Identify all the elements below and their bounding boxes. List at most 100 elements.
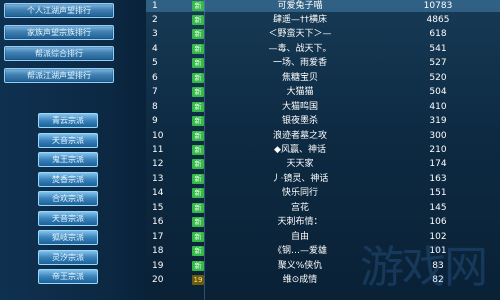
rank: 10 [152, 131, 164, 141]
score: 151 [429, 188, 447, 198]
score: 106 [429, 217, 447, 227]
player-name: —毒、战天下。 [268, 44, 332, 54]
player-name: 丿·镜灵、神话 [271, 174, 329, 184]
category-button-5[interactable]: 合欢宗派 [38, 191, 98, 206]
new-badge: 新 [192, 174, 204, 184]
new-badge: 新 [192, 87, 204, 97]
table-row[interactable]: 4 新 —毒、战天下。 541 [146, 43, 500, 55]
score: 210 [429, 145, 447, 155]
rank: 15 [152, 203, 164, 213]
new-badge: 新 [192, 15, 204, 25]
player-name: 可爱兔子喵 [277, 1, 323, 11]
table-row[interactable]: 12 新 天天家 174 [146, 158, 500, 170]
player-name: 焦糖宝贝 [281, 73, 318, 83]
ranking-button-personal[interactable]: 个人江湖声望排行 [4, 3, 114, 18]
new-badge: 新 [192, 145, 204, 155]
rank: 13 [152, 174, 164, 184]
table-row[interactable]: 9 新 银夜墨杀 319 [146, 115, 500, 127]
table-row[interactable]: 14 新 快乐同行 151 [146, 187, 500, 199]
player-name: 天刺布情： [277, 217, 323, 227]
score: 618 [429, 29, 447, 39]
new-badge: 新 [192, 131, 204, 141]
table-row[interactable]: 3 新 ＜野蛮天下＞— 618 [146, 28, 500, 40]
score: 319 [429, 116, 447, 126]
category-button-1[interactable]: 青云宗派 [38, 113, 98, 128]
score: 541 [429, 44, 447, 54]
table-row[interactable]: 10 新 浪迹者墓之攻 300 [146, 130, 500, 142]
score: 300 [429, 131, 447, 141]
player-name: 天天家 [286, 159, 314, 169]
rank: 20 [152, 275, 164, 285]
new-badge: 新 [192, 217, 204, 227]
category-button-4[interactable]: 焚香宗派 [38, 172, 98, 187]
new-badge: 新 [192, 73, 204, 83]
category-button-2[interactable]: 天音宗派 [38, 133, 98, 148]
player-name: 银夜墨杀 [281, 116, 318, 126]
score: 410 [429, 102, 447, 112]
rank: 4 [152, 44, 158, 54]
rank: 19 [152, 261, 164, 271]
player-name: 《钢…—爱雄 [272, 246, 327, 256]
player-name: 快乐同行 [281, 188, 318, 198]
rank: 7 [152, 87, 158, 97]
score: 520 [429, 73, 447, 83]
table-row[interactable]: 13 新 丿·镜灵、神话 163 [146, 173, 500, 185]
rank: 18 [152, 246, 164, 256]
category-button-7[interactable]: 狐岐宗派 [38, 230, 98, 245]
category-button-3[interactable]: 鬼王宗派 [38, 152, 98, 167]
score: 10783 [423, 1, 453, 11]
player-name: 大猫鸣国 [281, 102, 318, 112]
rank: 11 [152, 145, 164, 155]
new-badge: 新 [192, 203, 204, 213]
player-name: 聚义%侠仇 [277, 261, 323, 271]
rank: 16 [152, 217, 164, 227]
category-button-8[interactable]: 灵汐宗派 [38, 250, 98, 265]
player-name: 宫花 [290, 203, 309, 213]
table-row[interactable]: 7 新 大猫猫 504 [146, 86, 500, 98]
table-row[interactable]: 11 新 ◆风赢、神话 210 [146, 144, 500, 156]
player-name: 浪迹者墓之攻 [272, 131, 327, 141]
player-name: 自由 [290, 232, 309, 242]
category-button-6[interactable]: 天音宗派 [38, 211, 98, 226]
ranking-button-guild[interactable]: 帮派综合排行 [4, 46, 114, 61]
table-row[interactable]: 16 新 天刺布情： 106 [146, 216, 500, 228]
table-row[interactable]: 2 新 肆遥—††横床 4865 [146, 14, 500, 26]
new-badge: 新 [192, 29, 204, 39]
player-name: 大猫猫 [286, 87, 314, 97]
rank: 14 [152, 188, 164, 198]
table-row[interactable]: 1 新 可爱兔子喵 10783 [146, 0, 500, 12]
rank: 9 [152, 116, 158, 126]
table-row[interactable]: 8 新 大猫鸣国 410 [146, 101, 500, 113]
new-badge: 新 [192, 116, 204, 126]
table-row[interactable]: 5 新 一场、雨爱香 527 [146, 57, 500, 69]
score: 527 [429, 58, 447, 68]
rank: 1 [152, 1, 158, 11]
table-row[interactable]: 15 新 宫花 145 [146, 202, 500, 214]
score: 174 [429, 159, 447, 169]
score: 145 [429, 203, 447, 213]
score: 504 [429, 87, 447, 97]
ranking-button-guild-fame[interactable]: 帮派江湖声望排行 [4, 68, 114, 83]
rank: 8 [152, 102, 158, 112]
rank: 5 [152, 58, 158, 68]
left-panel: 个人江湖声望排行 家族声望宗族排行 帮派综合排行 帮派江湖声望排行 青云宗派 天… [0, 0, 146, 300]
category-button-9[interactable]: 帝王宗派 [38, 269, 98, 284]
player-name: ◆风赢、神话 [274, 145, 326, 155]
rank: 6 [152, 73, 158, 83]
new-badge: 新 [192, 188, 204, 198]
ranking-table: 1 新 可爱兔子喵 10783 2 新 肆遥—††横床 4865 3 新 ＜野蛮… [146, 0, 500, 300]
table-row[interactable]: 6 新 焦糖宝贝 520 [146, 72, 500, 84]
new-badge: 新 [192, 232, 204, 242]
watermark: 游戏网 [360, 242, 488, 293]
score: 163 [429, 174, 447, 184]
score: 4865 [426, 15, 450, 25]
ranking-window: 个人江湖声望排行 家族声望宗族排行 帮派综合排行 帮派江湖声望排行 青云宗派 天… [0, 0, 500, 300]
new-badge: 新 [192, 246, 204, 256]
player-name: ＜野蛮天下＞— [268, 29, 332, 39]
new-badge: 新 [192, 1, 204, 11]
new-badge: 新 [192, 102, 204, 112]
level-badge: 19 [192, 275, 204, 285]
ranking-button-family[interactable]: 家族声望宗族排行 [4, 25, 114, 40]
new-badge: 新 [192, 44, 204, 54]
rank: 17 [152, 232, 164, 242]
